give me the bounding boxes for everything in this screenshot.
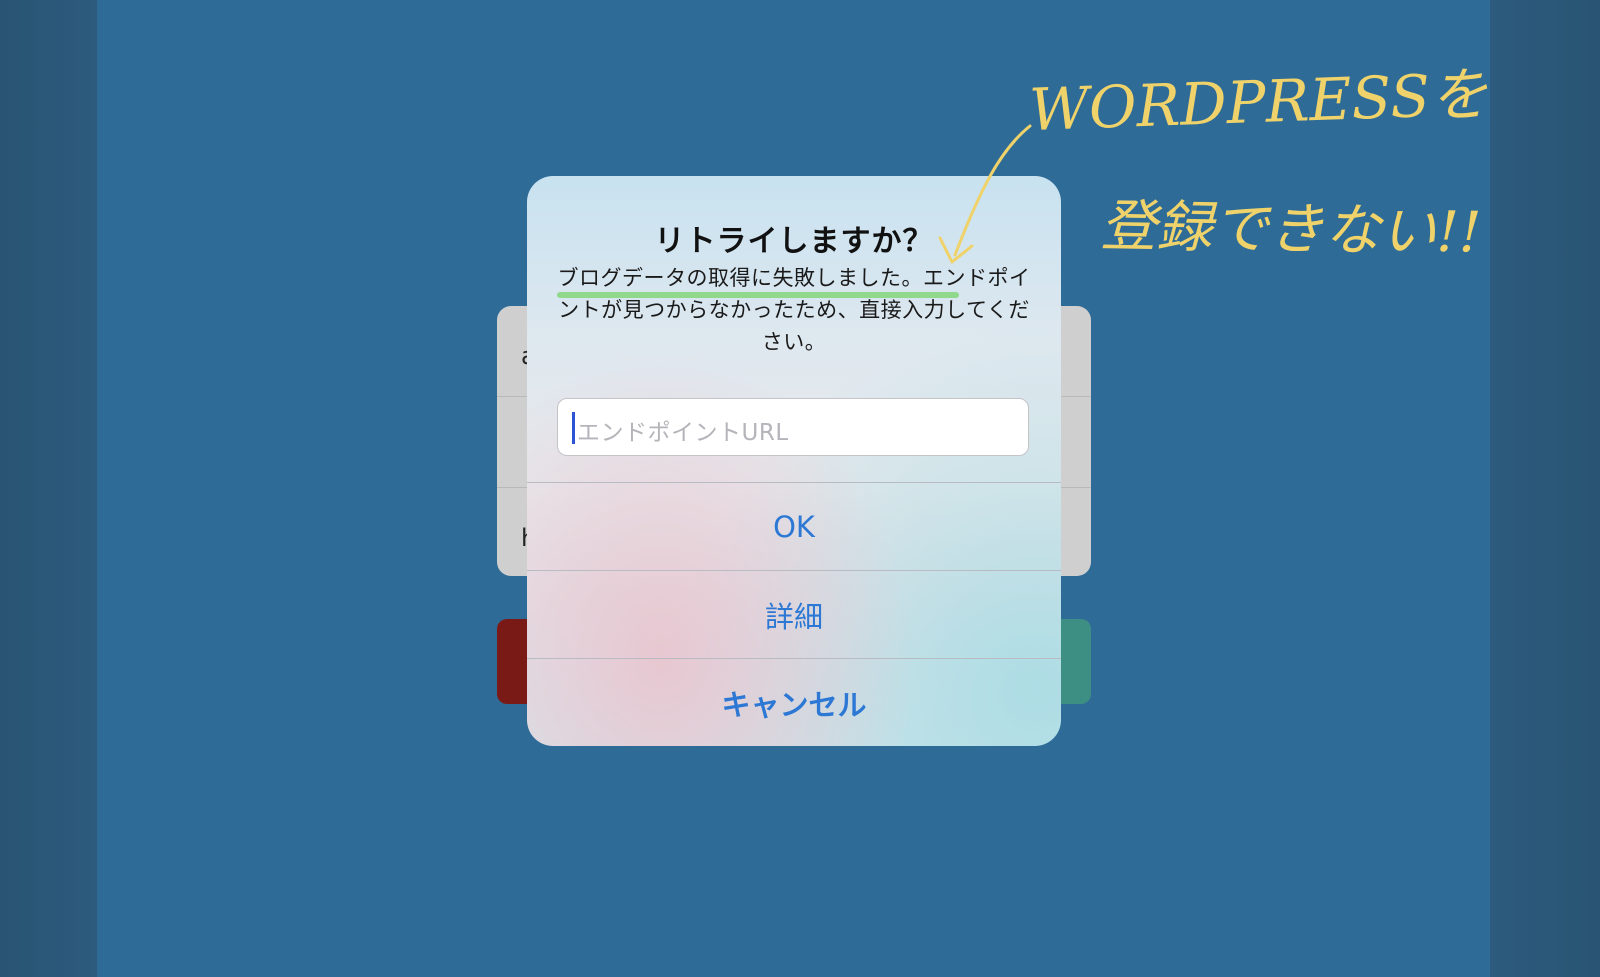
ok-button[interactable]: OK	[527, 482, 1061, 570]
left-bezel	[0, 0, 97, 977]
detail-button[interactable]: 詳細	[527, 570, 1061, 658]
alert-message: ブログデータの取得に失敗しました。エンドポイントが見つからなかったため、直接入力…	[557, 266, 1031, 354]
retry-alert-dialog: リトライしますか？ ブログデータの取得に失敗しました。エンドポイントが見つからな…	[527, 176, 1061, 746]
alert-title: リトライしますか？	[654, 224, 934, 259]
right-bezel	[1490, 0, 1600, 977]
cancel-button[interactable]: キャンセル	[527, 658, 1061, 746]
text-cursor	[572, 412, 575, 444]
endpoint-url-placeholder: エンドポイントURL	[577, 420, 789, 446]
